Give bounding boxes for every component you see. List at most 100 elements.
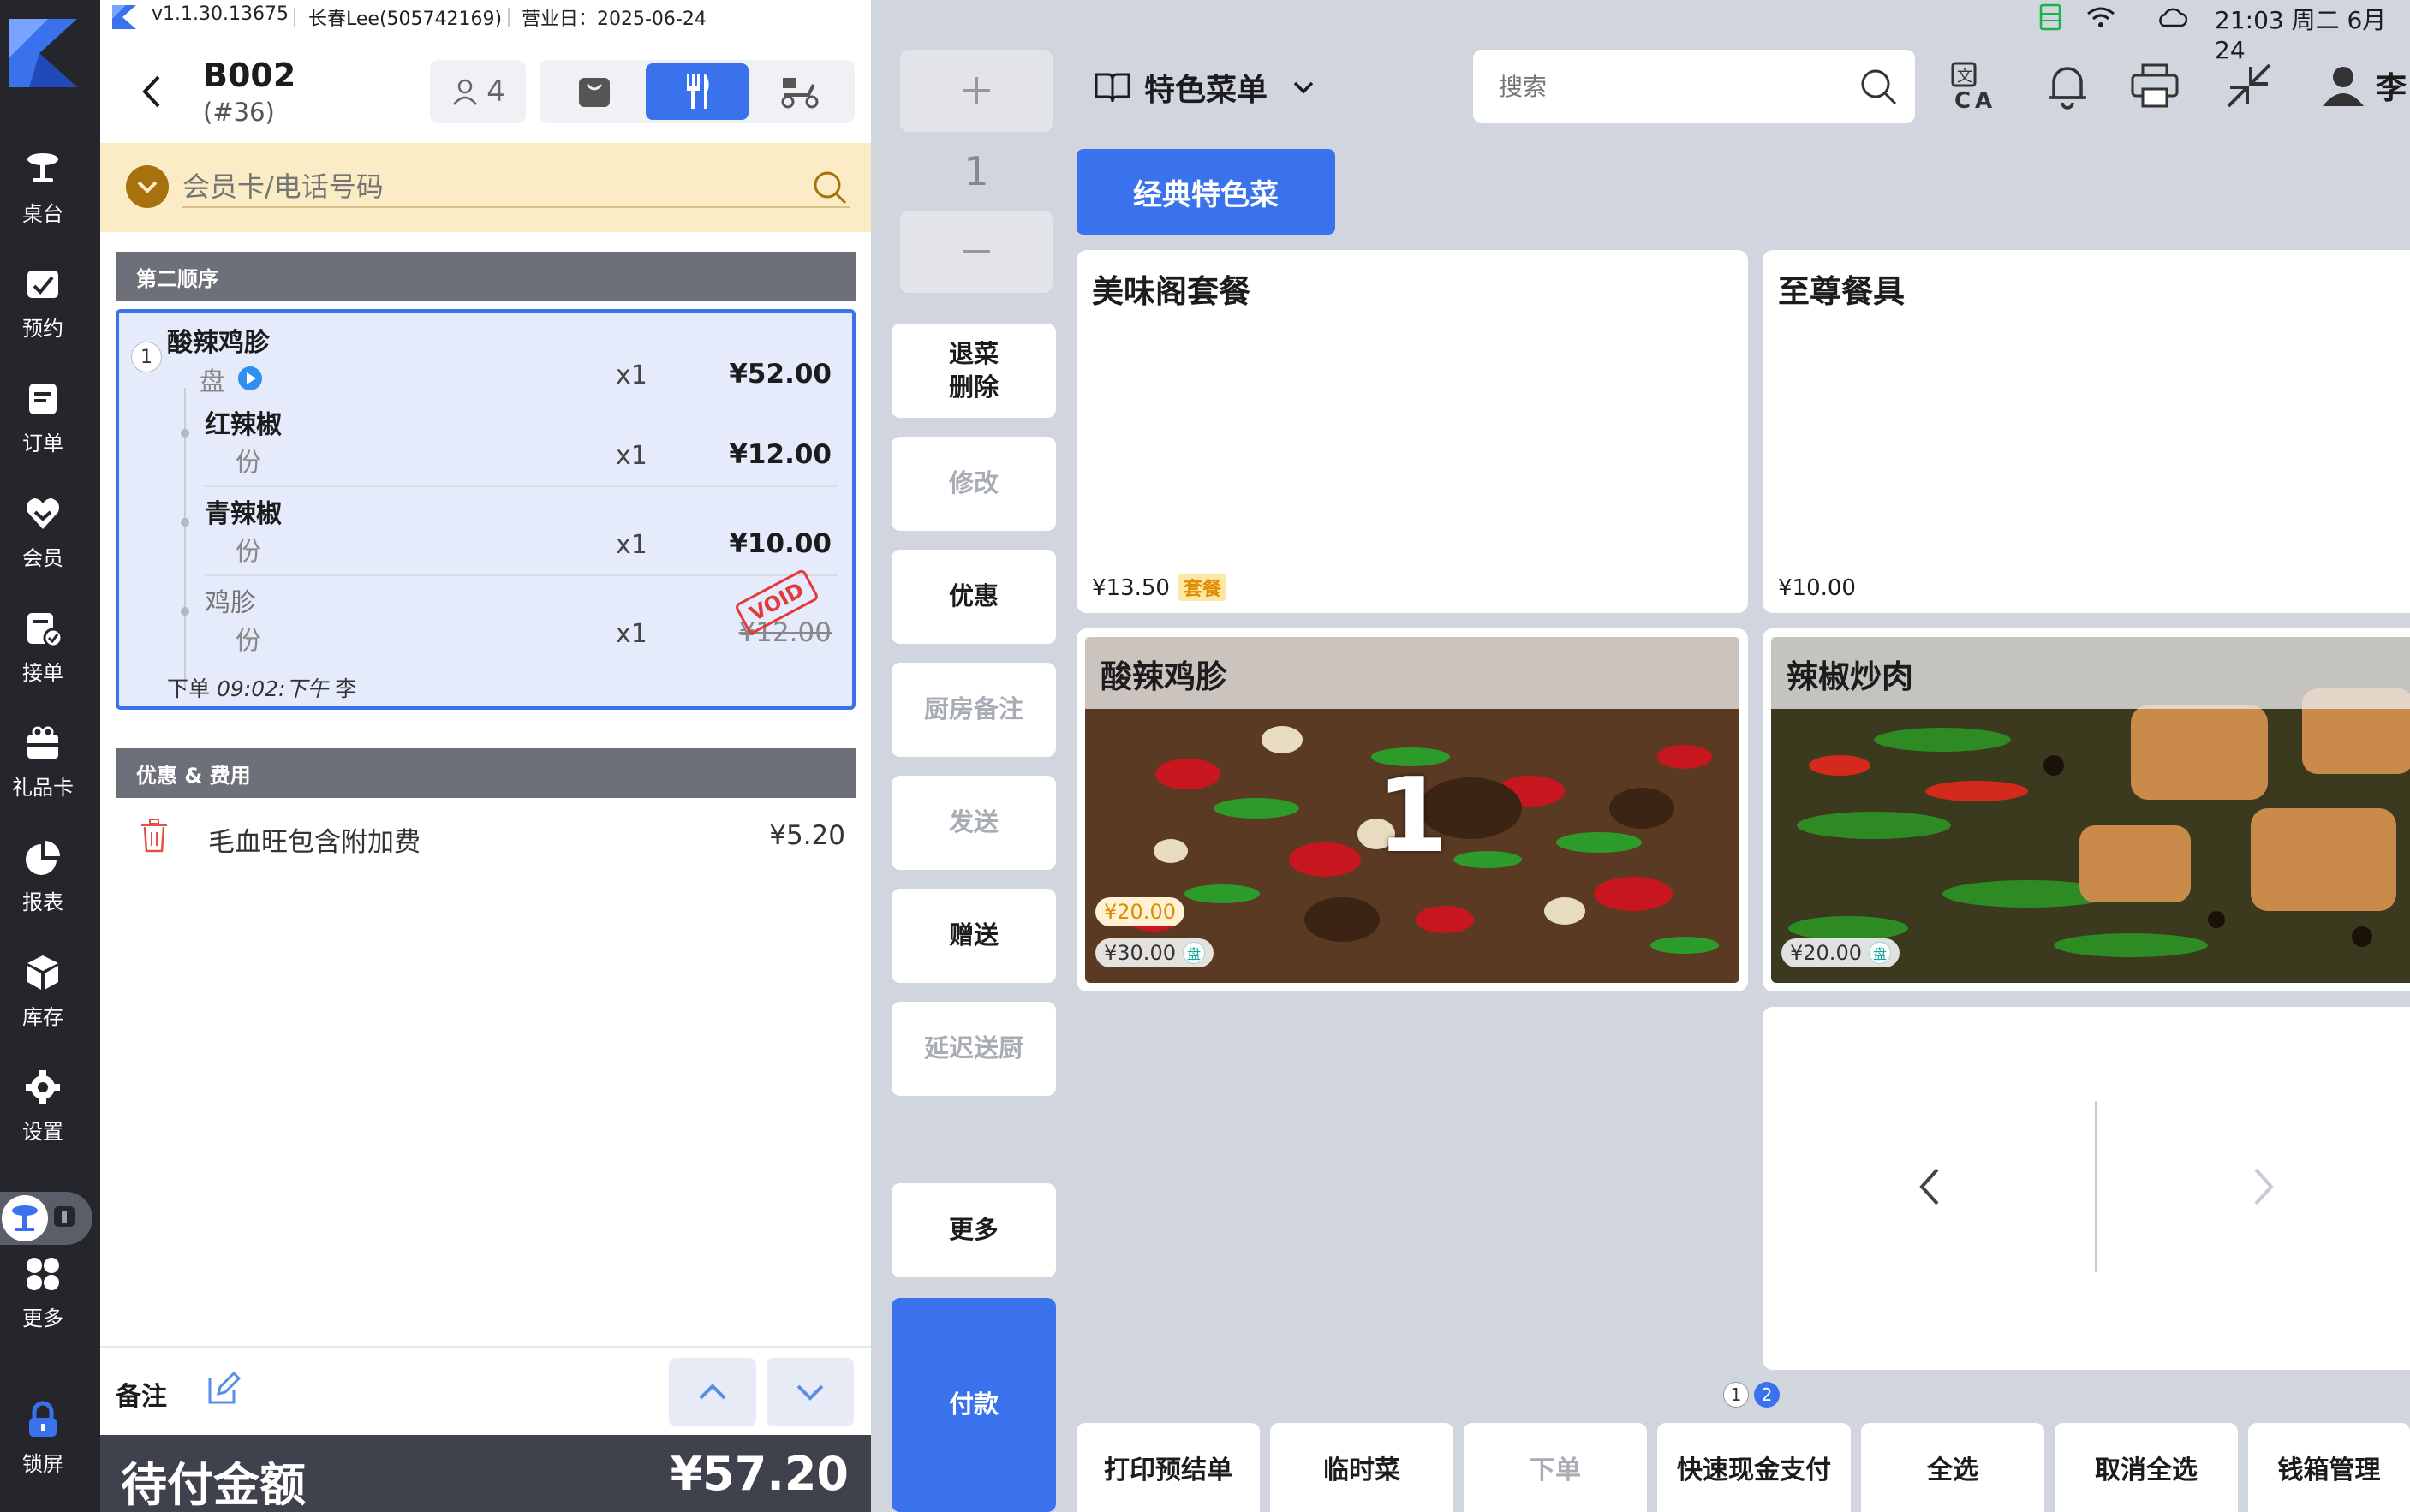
remark-bar: 备注 xyxy=(100,1346,871,1435)
card-price: ¥13.50 套餐 xyxy=(1092,574,1226,601)
card-name: 酸辣鸡胗 xyxy=(1101,658,1227,695)
amount-due-value: ¥57.20 xyxy=(670,1447,849,1501)
back-icon[interactable] xyxy=(138,72,164,111)
discount-button[interactable]: 优惠 xyxy=(892,550,1056,644)
print-prebill-button[interactable]: 打印预结单 xyxy=(1077,1423,1260,1512)
nav-label: 预约 xyxy=(22,317,63,341)
temp-dish-button[interactable]: 临时菜 xyxy=(1270,1423,1453,1512)
nav-item-reports[interactable]: 报表 xyxy=(0,839,86,933)
void-delete-button[interactable]: 退菜 删除 xyxy=(892,324,1056,418)
nav-item-reservation[interactable]: 预约 xyxy=(0,265,86,360)
search-icon[interactable] xyxy=(1858,67,1898,106)
delivery-mode-button[interactable] xyxy=(749,63,851,120)
menu-card[interactable]: 辣椒炒肉 ¥20.00 盘 xyxy=(1763,628,2410,991)
printer-icon[interactable] xyxy=(2129,60,2180,111)
svg-text:C: C xyxy=(1954,88,1971,111)
cashier-name: 长春Lee(505742169) xyxy=(308,9,503,30)
item-qty: x1 xyxy=(616,360,647,390)
language-icon[interactable]: 文AC xyxy=(1949,60,2001,111)
user-icon[interactable] xyxy=(2318,60,2369,111)
trash-icon[interactable] xyxy=(140,819,169,853)
menu-card-selected[interactable]: 酸辣鸡胗 1 ¥20.00 ¥30.00 盘 xyxy=(1077,628,1748,991)
nav-item-orders[interactable]: 订单 xyxy=(0,380,86,474)
menu-card[interactable]: 至尊餐具 ¥10.00 xyxy=(1763,250,2410,613)
app-topbar: v1.1.30.13675 长春Lee(505742169) 营业日：2025-… xyxy=(100,0,871,34)
modify-button[interactable]: 修改 xyxy=(892,437,1056,531)
item-name: 酸辣鸡胗 xyxy=(167,328,270,358)
clock: 21:03 周二 6月 24 xyxy=(2215,6,2387,64)
card-price: ¥20.00 盘 xyxy=(1781,938,1900,967)
send-button[interactable]: 发送 xyxy=(892,776,1056,870)
pay-button[interactable]: 付款 xyxy=(892,1298,1056,1512)
chevron-down-icon xyxy=(796,1384,824,1401)
nav-item-members[interactable]: 会员 xyxy=(0,495,86,589)
set-tag: 套餐 xyxy=(1178,574,1226,601)
deselect-all-button[interactable]: 取消全选 xyxy=(2055,1423,2238,1512)
member-icon xyxy=(27,498,59,529)
nav-item-lock[interactable]: 锁屏 xyxy=(0,1401,86,1495)
more-actions-button[interactable]: 更多 xyxy=(892,1183,1056,1277)
fee-row: 毛血旺包含附加费 ¥5.20 xyxy=(116,815,856,860)
nav-label: 库存 xyxy=(22,1005,63,1029)
quick-cash-button[interactable]: 快速现金支付 xyxy=(1657,1423,1851,1512)
nav-item-settings[interactable]: 设置 xyxy=(0,1069,86,1163)
chevron-left-icon[interactable] xyxy=(1913,1161,1944,1212)
user-initial[interactable]: 李 xyxy=(2376,63,2407,108)
kitchen-note-button[interactable]: 厨房备注 xyxy=(892,663,1056,757)
nav-item-more[interactable]: 更多 xyxy=(0,1255,86,1349)
nav-label: 订单 xyxy=(22,432,63,455)
item-unit: 盘 xyxy=(200,367,225,397)
cash-drawer-button[interactable]: 钱箱管理 xyxy=(2248,1423,2410,1512)
book-icon xyxy=(1095,73,1130,103)
place-order-button[interactable]: 下单 xyxy=(1464,1423,1647,1512)
nav-label: 设置 xyxy=(22,1120,63,1144)
nav-item-tables[interactable]: 桌台 xyxy=(0,151,86,245)
select-all-button[interactable]: 全选 xyxy=(1861,1423,2044,1512)
order-number: (#36) xyxy=(203,98,275,127)
chevron-up-icon xyxy=(699,1384,726,1400)
menu-search-input[interactable] xyxy=(1499,68,1841,104)
scroll-down-button[interactable] xyxy=(767,1358,854,1426)
modifier-qty: x1 xyxy=(616,530,647,560)
chevron-right-icon[interactable] xyxy=(2249,1161,2280,1212)
minimize-icon[interactable] xyxy=(2223,60,2275,111)
member-search-bar xyxy=(100,143,871,232)
scroll-up-button[interactable] xyxy=(669,1358,756,1426)
bag-icon xyxy=(579,78,610,107)
added-count: 1 xyxy=(1376,757,1448,876)
menu-selector[interactable]: 特色菜单 xyxy=(1095,63,1315,111)
qty-increase-button[interactable] xyxy=(900,50,1053,132)
qty-decrease-button[interactable] xyxy=(900,211,1053,293)
menu-card[interactable]: 美味阁套餐 ¥13.50 套餐 xyxy=(1077,250,1748,613)
modifier-qty: x1 xyxy=(616,619,647,649)
cloud-icon xyxy=(2159,8,2187,27)
nav-item-accept-orders[interactable]: 接单 xyxy=(0,610,86,704)
nav-item-gift-card[interactable]: 礼品卡 xyxy=(0,724,86,819)
fees-header: 优惠 & 费用 xyxy=(116,748,856,798)
item-price: ¥52.00 xyxy=(729,359,832,390)
order-item-selected[interactable]: 1 酸辣鸡胗 盘 x1 ¥52.00 红辣椒 份 x1 ¥12.00 青辣椒 份… xyxy=(116,309,856,710)
category-tab-active[interactable]: 经典特色菜 xyxy=(1077,149,1335,235)
gift-button[interactable]: 赠送 xyxy=(892,889,1056,983)
mode-toggle[interactable] xyxy=(0,1192,92,1245)
guest-count-button[interactable]: 4 xyxy=(430,60,526,123)
member-search-input[interactable] xyxy=(182,167,850,208)
takeout-mode-button[interactable] xyxy=(543,63,646,120)
svg-text:A: A xyxy=(1975,88,1992,111)
order-panel: v1.1.30.13675 长春Lee(505742169) 营业日：2025-… xyxy=(100,0,871,1512)
report-icon xyxy=(26,841,60,875)
qty-value: 1 xyxy=(963,148,989,194)
order-time: 09:02:下午 xyxy=(216,676,329,701)
brand-icon xyxy=(112,5,136,29)
page-dot-active[interactable]: 2 xyxy=(1754,1382,1780,1408)
search-icon[interactable] xyxy=(811,169,849,206)
table-number: B002 xyxy=(203,57,296,94)
nav-item-inventory[interactable]: 库存 xyxy=(0,954,86,1048)
page-dot[interactable]: 1 xyxy=(1723,1382,1749,1408)
sim-icon xyxy=(2039,3,2061,31)
bell-icon[interactable] xyxy=(2042,60,2093,111)
delay-kitchen-button[interactable]: 延迟送厨 xyxy=(892,1002,1056,1096)
dine-in-mode-button[interactable] xyxy=(646,63,749,120)
card-price: ¥30.00 盘 xyxy=(1095,938,1214,967)
edit-icon[interactable] xyxy=(206,1372,241,1406)
